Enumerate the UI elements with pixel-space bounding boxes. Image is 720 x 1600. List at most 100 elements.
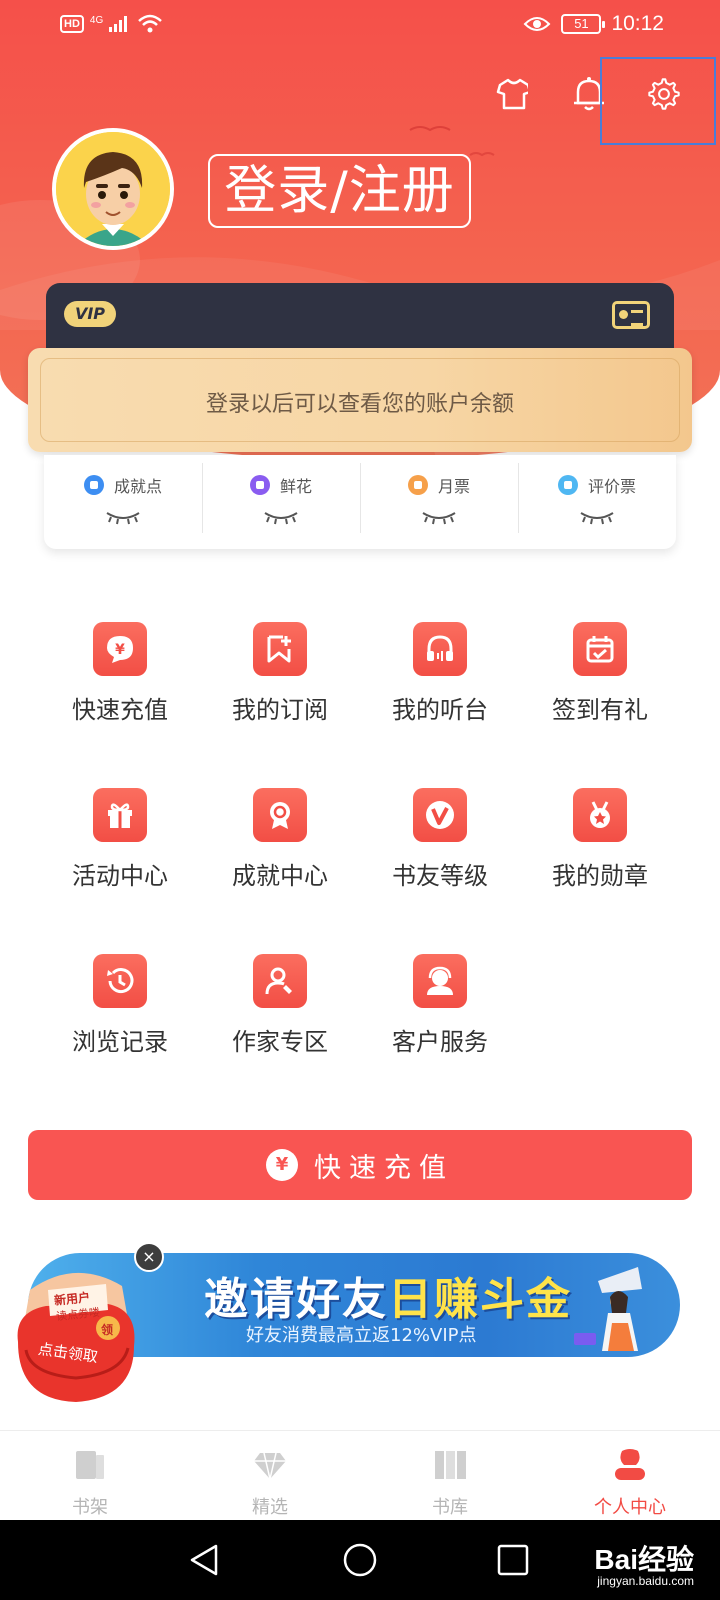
tab-label: 个人中心 — [594, 1497, 666, 1518]
stat-review-tickets[interactable]: 评价票 — [518, 455, 676, 549]
tab-profile[interactable]: 个人中心 — [540, 1431, 720, 1520]
stats-row: 成就点 鲜花 月票 评价票 — [44, 455, 676, 549]
svg-text:¥: ¥ — [115, 642, 125, 658]
stat-flowers[interactable]: 鲜花 — [202, 455, 360, 549]
badge-star-icon — [590, 801, 610, 828]
banner-title: 邀请好友日赚斗金 — [204, 1263, 572, 1327]
signal-icon — [109, 16, 128, 32]
id-card-icon[interactable] — [612, 301, 650, 329]
grid-item-achievements[interactable]: 成就中心 — [200, 784, 360, 894]
hidden-value-icon — [264, 512, 298, 525]
grid-item-label: 成就中心 — [232, 862, 328, 890]
writer-icon — [265, 967, 292, 995]
grid-item-events[interactable]: 活动中心 — [40, 784, 200, 894]
eye-icon — [524, 17, 551, 31]
hidden-value-icon — [580, 512, 614, 525]
grid-item-label: 书友等级 — [392, 862, 488, 890]
stat-label: 成就点 — [113, 477, 162, 496]
balance-hint: 登录以后可以查看您的账户余额 — [205, 392, 514, 417]
grid-item-label: 客户服务 — [392, 1028, 488, 1056]
stat-label: 月票 — [437, 477, 470, 496]
stat-label: 评价票 — [587, 477, 636, 496]
grid-item-reader-level[interactable]: 书友等级 — [360, 784, 520, 894]
stat-label: 鲜花 — [279, 477, 312, 496]
new-user-coupon-redpack[interactable]: 新用户 读点券喽 领 点击领取 — [10, 1250, 140, 1418]
gift-icon — [108, 803, 132, 828]
status-bar: HD 4G 51 10:12 — [0, 0, 720, 54]
grid-item-label: 签到有礼 — [552, 696, 648, 724]
recharge-label: 快速充值 — [314, 1152, 454, 1184]
tab-label: 精选 — [252, 1497, 288, 1518]
back-icon[interactable] — [188, 1542, 222, 1578]
tab-library[interactable]: 书库 — [360, 1431, 540, 1520]
grid-item-label: 我的勋章 — [552, 862, 648, 890]
yen-icon: ¥ — [266, 1149, 298, 1181]
wifi-icon — [138, 14, 163, 33]
tab-featured[interactable]: 精选 — [180, 1431, 360, 1520]
grid-item-label: 活动中心 — [72, 862, 168, 890]
redpack-illustration — [17, 1272, 135, 1402]
skin-button[interactable] — [496, 76, 528, 112]
grid-item-writer-zone[interactable]: 作家专区 — [200, 950, 360, 1060]
megaphone-girl-illustration — [574, 1267, 642, 1351]
clock: 10:12 — [611, 12, 664, 35]
hd-badge: HD — [60, 15, 84, 33]
flower-dot-icon — [249, 475, 270, 495]
grid-item-label: 我的听台 — [392, 696, 488, 724]
grid-item-label: 浏览记录 — [72, 1028, 168, 1056]
grid-item-label: 快速充值 — [72, 696, 168, 724]
redpack-coin-text: 领 — [101, 1323, 114, 1337]
network-type: 4G — [89, 14, 104, 26]
stat-monthly-tickets[interactable]: 月票 — [360, 455, 518, 549]
quick-recharge-button[interactable]: ¥ 快速充值 — [28, 1130, 692, 1200]
bookmark-plus-icon — [267, 635, 291, 663]
tab-label: 书库 — [432, 1497, 468, 1518]
tab-label: 书架 — [72, 1497, 108, 1518]
grid-item-customer-service[interactable]: 客户服务 — [360, 950, 520, 1060]
baidu-jingyan-watermark: Bai经验 jingyan.baidu.com — [594, 1538, 694, 1588]
account-balance-panel[interactable]: 登录以后可以查看您的账户余额 — [28, 348, 692, 452]
calendar-check-icon — [586, 636, 614, 663]
watermark-url: jingyan.baidu.com — [597, 1574, 694, 1588]
ticket-dot-icon — [407, 475, 428, 495]
tshirt-icon — [496, 78, 528, 110]
medal-icon — [270, 802, 290, 829]
customer-service-icon — [427, 966, 453, 995]
bookshelf-icon — [76, 1451, 104, 1479]
vip-badge: VIP — [64, 301, 116, 327]
banner-title-highlight: 日赚斗金 — [388, 1274, 572, 1325]
headphones-icon — [427, 635, 453, 661]
grid-item-history[interactable]: 浏览记录 — [40, 950, 200, 1060]
yen-icon: ¥ — [107, 636, 133, 663]
battery-indicator: 51 — [561, 14, 606, 34]
system-navigation-bar: Bai经验 jingyan.baidu.com — [0, 1520, 720, 1600]
grid-item-checkin[interactable]: 签到有礼 — [520, 618, 680, 728]
hidden-value-icon — [422, 512, 456, 525]
home-icon[interactable] — [342, 1542, 378, 1578]
library-icon — [435, 1451, 466, 1479]
login-register-button[interactable]: 登录/注册 — [208, 154, 471, 228]
bottom-tab-bar: 书架 精选 书库 个人中心 — [0, 1430, 720, 1520]
hidden-value-icon — [106, 512, 140, 525]
settings-highlight-box — [600, 57, 716, 145]
banner-title-part1: 邀请好友 — [204, 1274, 388, 1325]
history-icon — [107, 968, 134, 994]
recents-icon[interactable] — [496, 1542, 530, 1578]
achievement-dot-icon — [83, 475, 104, 495]
banner-subtitle: 好友消费最高立返12%VIP点 — [246, 1325, 477, 1346]
avatar[interactable] — [52, 128, 174, 250]
stat-achievement-points[interactable]: 成就点 — [44, 455, 202, 549]
avatar-illustration — [56, 132, 170, 246]
grid-item-label: 我的订阅 — [232, 696, 328, 724]
watermark-brand: Bai经验 — [594, 1544, 694, 1575]
diamond-icon — [254, 1452, 286, 1480]
review-dot-icon — [557, 475, 578, 495]
grid-item-label: 作家专区 — [232, 1028, 328, 1056]
feature-grid: ¥ 快速充值 我的订阅 我的听台 签到有礼 活动中心 成就中心 书友等级 我的勋… — [40, 618, 680, 1060]
grid-item-audio[interactable]: 我的听台 — [360, 618, 520, 728]
grid-item-quick-recharge[interactable]: ¥ 快速充值 — [40, 618, 200, 728]
v-level-icon — [426, 801, 454, 829]
grid-item-subscriptions[interactable]: 我的订阅 — [200, 618, 360, 728]
tab-bookshelf[interactable]: 书架 — [0, 1431, 180, 1520]
grid-item-badges[interactable]: 我的勋章 — [520, 784, 680, 894]
